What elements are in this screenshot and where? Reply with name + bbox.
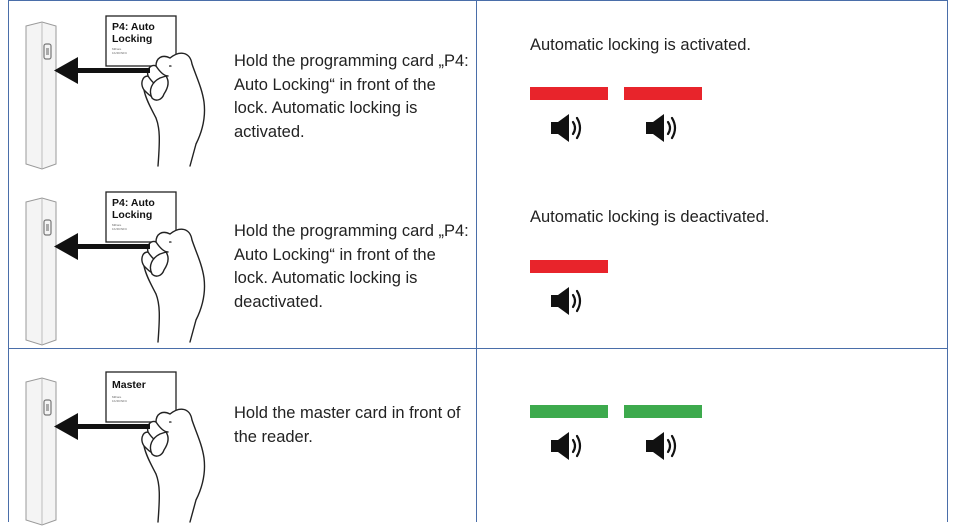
instruction-text: Hold the programming card „P4: Auto Lock… [234, 222, 469, 311]
red-led-signal [530, 260, 608, 273]
programming-card-illustration: P4: Auto Locking MiFare 1K/4K/NFC [25, 15, 206, 170]
speaker-icon [551, 432, 582, 460]
card-label-line-1: P4: Auto [112, 21, 155, 33]
master-card-illustration: Master MiFare 1K/4K/NFC [25, 371, 206, 526]
wall-reader-icon [25, 377, 57, 526]
table-row: P4: Auto Locking MiFare 1K/4K/NFC Hold t… [8, 0, 948, 176]
table-row: P4: Auto Locking MiFare 1K/4K/NFC Hold t… [8, 176, 948, 348]
card-label-line-2: Locking [112, 209, 152, 221]
hand-holding-card-icon [141, 52, 206, 167]
card-label-line-1: P4: Auto [112, 197, 155, 209]
instruction-text: Hold the programming card „P4: Auto Lock… [234, 52, 469, 141]
card-label-line-1: Master [112, 379, 146, 391]
instruction-text: Hold the master card in front of the rea… [234, 404, 461, 446]
speaker-icon [551, 287, 582, 315]
card-small-text: 1K/4K/NFC [112, 399, 128, 403]
card-small-text: 1K/4K/NFC [112, 51, 128, 55]
wall-reader-icon [25, 197, 57, 346]
hand-holding-card-icon [141, 228, 206, 343]
wall-reader-icon [25, 21, 57, 170]
red-led-signal [530, 87, 608, 100]
result-text: Automatic locking is activated. [530, 36, 752, 54]
speaker-icon [551, 114, 582, 142]
speaker-icon [646, 114, 677, 142]
card-small-text: 1K/4K/NFC [112, 227, 128, 231]
programming-card-illustration: P4: Auto Locking MiFare 1K/4K/NFC [25, 191, 206, 346]
green-led-signal [624, 405, 702, 418]
speaker-icon [646, 432, 677, 460]
hand-holding-card-icon [141, 408, 206, 523]
result-text: Automatic locking is deactivated. [530, 208, 770, 226]
card-label-line-2: Locking [112, 33, 152, 45]
instruction-table: P4: Auto Locking MiFare 1K/4K/NFC Hold t… [8, 0, 948, 526]
red-led-signal [624, 87, 702, 100]
green-led-signal [530, 405, 608, 418]
table-row: Master MiFare 1K/4K/NFC Hold the master … [8, 348, 948, 526]
